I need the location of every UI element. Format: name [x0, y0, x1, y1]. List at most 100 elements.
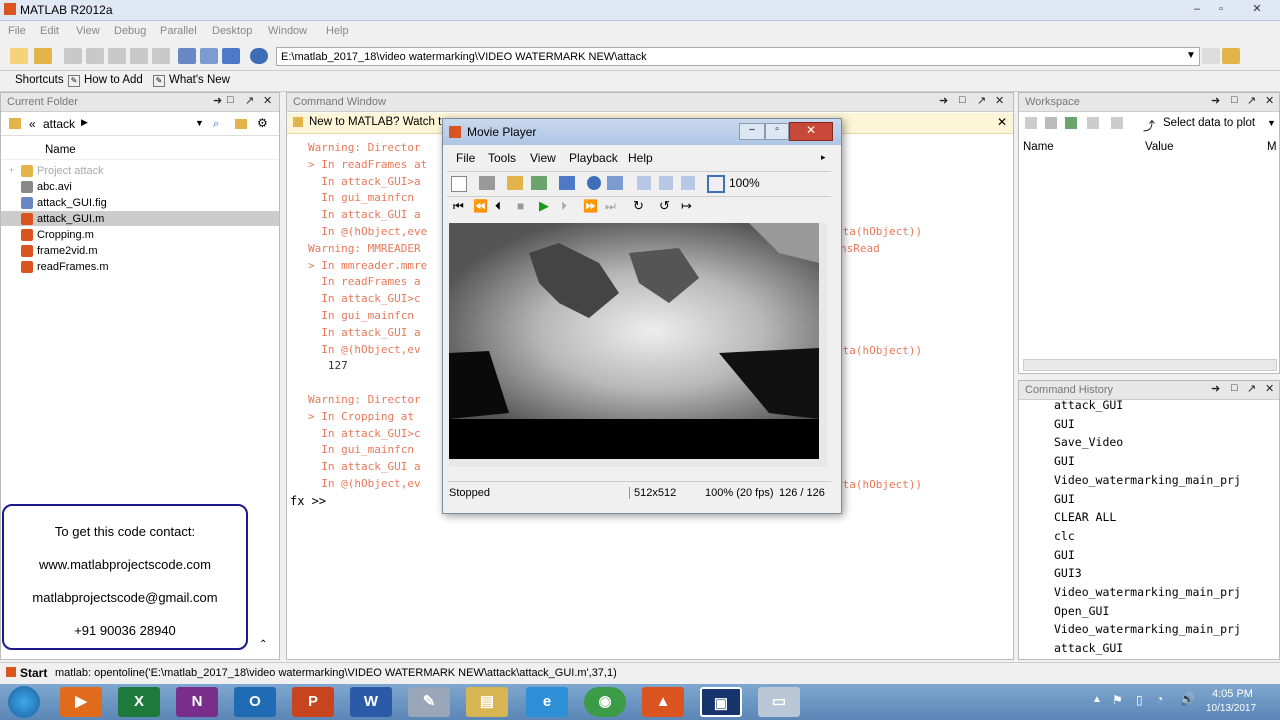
menu-window[interactable]: Window: [268, 25, 307, 37]
undock-icon[interactable]: ➜: [213, 94, 222, 107]
history-item[interactable]: attack_GUI: [1054, 641, 1123, 655]
go-to-last-icon[interactable]: ⏭: [605, 199, 616, 214]
back-chevron-icon[interactable]: «: [29, 117, 36, 131]
print-icon[interactable]: [1111, 117, 1123, 129]
matlab-figure-icon[interactable]: ▣: [700, 687, 742, 717]
close-banner-icon[interactable]: ✕: [997, 115, 1007, 129]
play-icon[interactable]: ▶: [539, 198, 549, 214]
minimize-icon[interactable]: –: [739, 123, 765, 140]
maximize-panel-icon[interactable]: □: [959, 94, 966, 106]
show-hidden-icons-icon[interactable]: ▲: [1092, 694, 1102, 705]
stop-icon[interactable]: ■: [517, 199, 524, 213]
step-forward-icon[interactable]: ⏵: [561, 199, 567, 214]
open-variable-icon[interactable]: [1045, 117, 1057, 129]
history-item[interactable]: GUI3: [1054, 566, 1082, 580]
file-item[interactable]: abc.avi: [21, 181, 72, 194]
chrome-icon[interactable]: ◉: [584, 687, 626, 717]
mp-menu-file[interactable]: File: [456, 151, 475, 165]
battery-icon[interactable]: ▯: [1136, 693, 1143, 707]
mp-menu-playback[interactable]: Playback: [569, 151, 618, 165]
file-item-selected[interactable]: attack_GUI.m: [21, 213, 104, 226]
volume-icon[interactable]: 🔊: [1180, 692, 1195, 706]
name-column-header[interactable]: Name: [45, 144, 76, 156]
matlab-icon[interactable]: ▲: [642, 687, 684, 717]
guide-icon[interactable]: [200, 48, 218, 64]
windows-start-icon[interactable]: [8, 686, 40, 718]
rewind-icon[interactable]: ⏪: [473, 199, 488, 213]
folder-location[interactable]: attack: [43, 117, 75, 131]
file-explorer-icon[interactable]: ▤: [466, 687, 508, 717]
profiler-icon[interactable]: [222, 48, 240, 64]
folder-up-icon[interactable]: [235, 119, 247, 129]
undo-icon[interactable]: [130, 48, 148, 64]
banner-text[interactable]: New to MATLAB? Watch t: [309, 116, 441, 128]
media-player-icon[interactable]: ▶: [60, 687, 102, 717]
notepad-icon[interactable]: ▭: [758, 687, 800, 717]
history-item[interactable]: attack_GUI: [1054, 398, 1123, 412]
minimize-panel-icon[interactable]: ↗: [977, 94, 986, 107]
file-item[interactable]: + Project attack: [9, 165, 104, 178]
value-column-header[interactable]: Value: [1145, 141, 1174, 153]
import-data-icon[interactable]: [1065, 117, 1077, 129]
history-item[interactable]: Save_Video: [1054, 435, 1123, 449]
menu-chevron-icon[interactable]: ▸: [821, 152, 826, 163]
history-item[interactable]: GUI: [1054, 417, 1075, 431]
colormap-icon[interactable]: [607, 176, 623, 190]
close-panel-icon[interactable]: ✕: [1265, 382, 1274, 395]
menu-parallel[interactable]: Parallel: [160, 25, 197, 37]
redo-icon[interactable]: [152, 48, 170, 64]
fast-forward-icon[interactable]: ⏩: [583, 199, 598, 213]
maximize-panel-icon[interactable]: □: [1231, 382, 1238, 394]
minimize-panel-icon[interactable]: ↗: [1247, 382, 1256, 395]
file-item[interactable]: attack_GUI.fig: [21, 197, 107, 210]
menu-debug[interactable]: Debug: [114, 25, 146, 37]
horizontal-scrollbar[interactable]: [449, 459, 819, 467]
maximize-icon[interactable]: ▫: [765, 123, 789, 140]
file-item[interactable]: readFrames.m: [21, 261, 109, 274]
file-item[interactable]: frame2vid.m: [21, 245, 98, 258]
mp-menu-tools[interactable]: Tools: [488, 151, 516, 165]
current-folder-path[interactable]: E:\matlab_2017_18\video watermarking\VID…: [276, 47, 1200, 66]
column-header[interactable]: Name: [1, 143, 279, 160]
cut-icon[interactable]: [64, 48, 82, 64]
history-item[interactable]: GUI: [1054, 492, 1075, 506]
chevron-right-icon[interactable]: ▶: [81, 117, 88, 128]
close-icon[interactable]: ✕: [789, 122, 833, 141]
undock-icon[interactable]: ➜: [1211, 382, 1220, 395]
network-icon[interactable]: ◔: [1156, 692, 1163, 706]
clock-time[interactable]: 4:05 PM: [1212, 688, 1253, 700]
close-panel-icon[interactable]: ✕: [995, 94, 1004, 107]
close-icon[interactable]: ✕: [1248, 1, 1266, 17]
new-variable-icon[interactable]: [1025, 117, 1037, 129]
paint-icon[interactable]: ✎: [408, 687, 450, 717]
repeat-icon[interactable]: ↻: [633, 198, 644, 214]
import-icon[interactable]: [531, 176, 547, 190]
open-folder-icon[interactable]: [34, 48, 52, 64]
close-panel-icon[interactable]: ✕: [1265, 94, 1274, 107]
go-to-first-icon[interactable]: ⏮: [453, 199, 464, 214]
pan-icon[interactable]: [681, 176, 695, 190]
zoom-level[interactable]: 100%: [729, 176, 760, 190]
paste-icon[interactable]: [108, 48, 126, 64]
up-folder-icon[interactable]: [1222, 48, 1240, 64]
powerpoint-icon[interactable]: P: [292, 687, 334, 717]
simulink-icon[interactable]: [178, 48, 196, 64]
zoom-in-icon[interactable]: [637, 176, 651, 190]
step-back-icon[interactable]: ⏴: [495, 199, 501, 214]
close-panel-icon[interactable]: ✕: [263, 94, 272, 107]
word-icon[interactable]: W: [350, 687, 392, 717]
playback-speed-icon[interactable]: ↦: [681, 198, 692, 214]
folder-address-bar[interactable]: « attack ▶ ▼ ⌕ ⚙: [1, 113, 279, 136]
maximize-panel-icon[interactable]: □: [227, 94, 234, 106]
info-icon[interactable]: [587, 176, 601, 190]
history-item[interactable]: Video_watermarking_main_prj: [1054, 585, 1241, 599]
history-item[interactable]: Open_GUI: [1054, 604, 1109, 618]
jump-to-icon[interactable]: ↺: [659, 198, 670, 214]
history-item[interactable]: Video_watermarking_main_prj: [1054, 473, 1241, 487]
menu-desktop[interactable]: Desktop: [212, 25, 252, 37]
browse-icon[interactable]: [1202, 48, 1220, 64]
file-item[interactable]: Cropping.m: [21, 229, 94, 242]
new-icon[interactable]: [451, 176, 467, 192]
expand-up-icon[interactable]: ⌃: [259, 639, 267, 650]
undock-icon[interactable]: ➜: [939, 94, 948, 107]
